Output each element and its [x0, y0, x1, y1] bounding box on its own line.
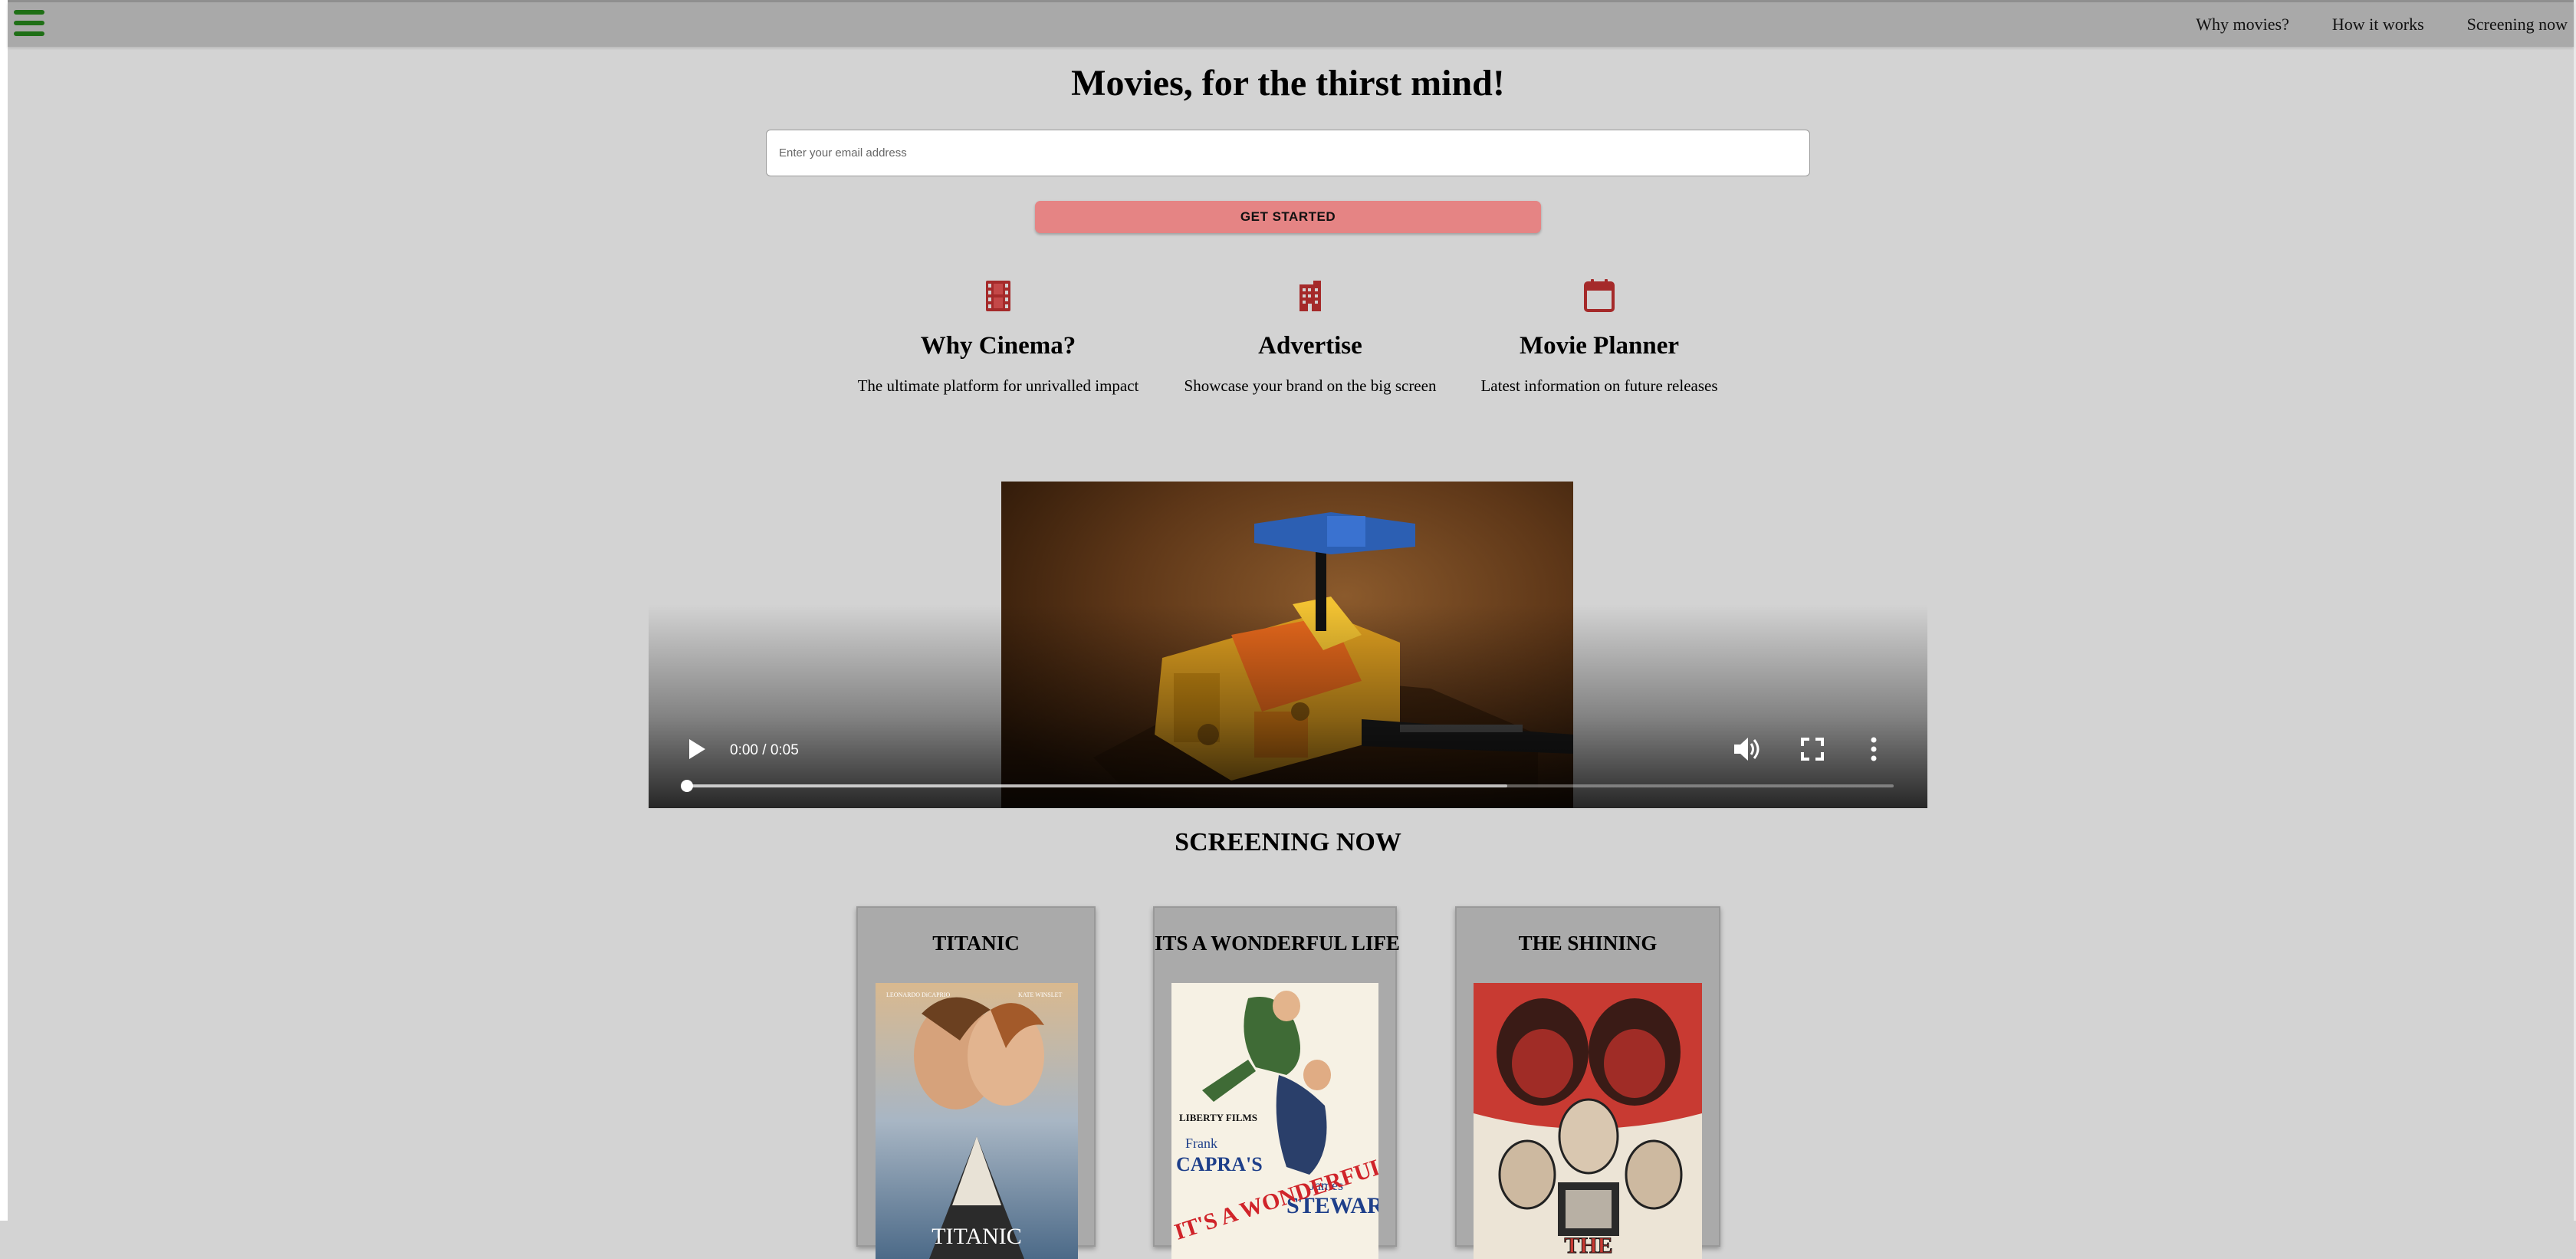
the-shining-poster: THE: [1474, 983, 1702, 1259]
calendar-icon: [1584, 279, 1615, 312]
feature-why-cinema: Why Cinema? The ultimate platform for un…: [845, 278, 1152, 396]
film-icon: [986, 281, 1010, 311]
svg-text:CAPRA'S: CAPRA'S: [1176, 1153, 1263, 1175]
nav-links: Why movies? How it works Screening now: [2196, 2, 2574, 47]
movie-title: TITANIC: [932, 932, 1020, 955]
movie-title: ITS A WONDERFUL LIFE: [1155, 932, 1400, 955]
email-input[interactable]: [766, 130, 1810, 176]
hamburger-menu-icon[interactable]: [14, 8, 44, 38]
feature-title: Why Cinema?: [920, 332, 1076, 360]
more-options-icon[interactable]: [1869, 737, 1878, 761]
top-navbar: Why movies? How it works Screening now: [8, 2, 2574, 47]
video-buffered-bar: [685, 784, 1507, 787]
nav-link-screening-now[interactable]: Screening now: [2467, 15, 2568, 35]
svg-text:Frank: Frank: [1185, 1136, 1217, 1151]
video-progress-knob[interactable]: [681, 780, 693, 792]
svg-text:KATE WINSLET: KATE WINSLET: [1018, 991, 1063, 998]
svg-text:LIBERTY FILMS: LIBERTY FILMS: [1179, 1112, 1257, 1123]
feature-title: Movie Planner: [1519, 332, 1680, 360]
video-player[interactable]: 0:00 / 0:05: [649, 482, 1927, 808]
fullscreen-icon[interactable]: [1801, 738, 1824, 761]
movie-card-its-a-wonderful-life[interactable]: ITS A WONDERFUL LIFE LIBERTY FILMS Frank…: [1153, 906, 1400, 1259]
get-started-button[interactable]: GET STARTED: [1035, 201, 1541, 233]
feature-movie-planner: Movie Planner Latest information on futu…: [1446, 278, 1753, 396]
feature-text: The ultimate platform for unrivalled imp…: [857, 376, 1139, 395]
poster-title-text: THE: [1564, 1233, 1612, 1258]
its-a-wonderful-life-poster: LIBERTY FILMS Frank CAPRA'S James STEWAR…: [1171, 983, 1378, 1259]
hero-title: Movies, for the thirst mind!: [1071, 63, 1505, 104]
volume-icon[interactable]: [1733, 736, 1760, 762]
movie-card-titanic[interactable]: TITANIC LEONARDO DiCAPRIO KATE WINSLET T…: [856, 906, 1096, 1259]
video-progress-bar[interactable]: [685, 784, 1894, 787]
window-left-edge: [0, 0, 8, 1221]
nav-link-how-it-works[interactable]: How it works: [2332, 15, 2424, 35]
movie-card-the-shining[interactable]: THE SHINING THE: [1455, 906, 1720, 1259]
svg-text:LEONARDO DiCAPRIO: LEONARDO DiCAPRIO: [886, 991, 951, 998]
play-icon[interactable]: [687, 738, 707, 761]
movie-title: THE SHINING: [1518, 932, 1658, 955]
feature-advertise: Advertise Showcase your brand on the big…: [1157, 278, 1464, 396]
building-icon: [1300, 281, 1321, 311]
feature-title: Advertise: [1258, 332, 1362, 360]
poster-title-text: TITANIC: [932, 1224, 1022, 1249]
feature-text: Latest information on future releases: [1480, 376, 1718, 395]
titanic-poster: LEONARDO DiCAPRIO KATE WINSLET TITANIC: [876, 983, 1078, 1259]
feature-text: Showcase your brand on the big screen: [1184, 376, 1437, 395]
screening-now-title: SCREENING NOW: [1175, 828, 1401, 856]
nav-link-why-movies[interactable]: Why movies?: [2196, 15, 2289, 35]
video-time: 0:00 / 0:05: [730, 742, 799, 758]
video-controls: 0:00 / 0:05: [649, 482, 1927, 808]
